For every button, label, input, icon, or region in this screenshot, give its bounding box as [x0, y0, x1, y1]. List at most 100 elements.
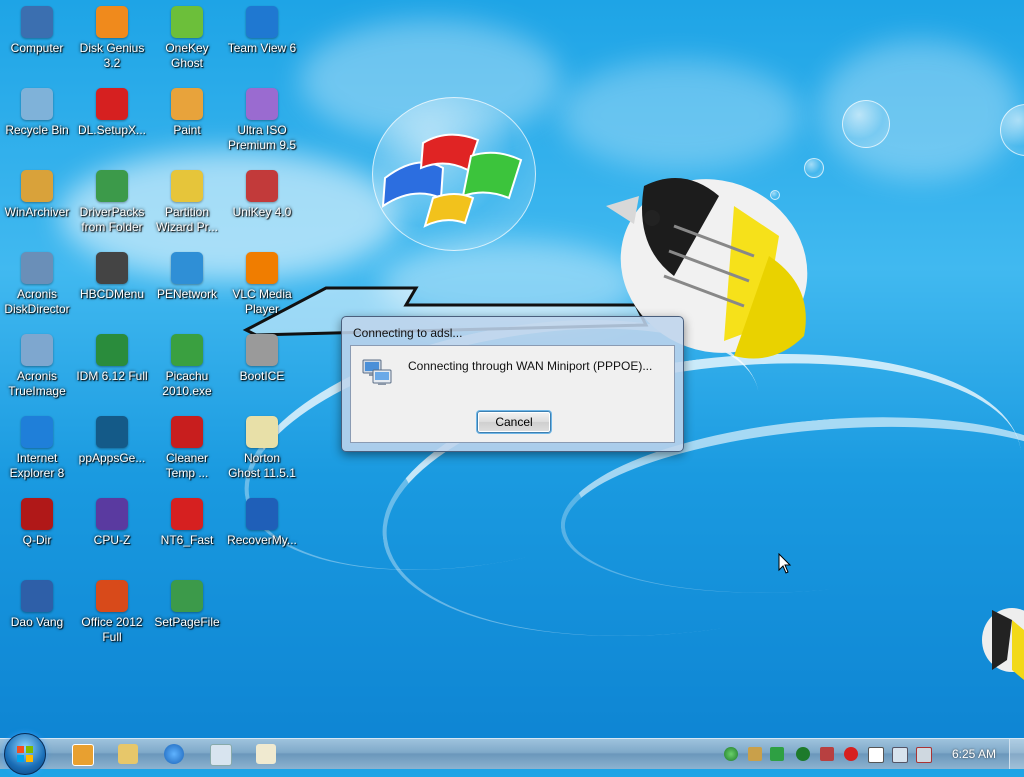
edge-logo-bubble	[1000, 104, 1024, 156]
disk-genius-icon	[96, 6, 128, 38]
norton-ghost-icon	[246, 416, 278, 448]
dialog-body: Connecting through WAN Miniport (PPPOE).…	[350, 345, 675, 443]
desktop-shortcut[interactable]: Team View 6	[225, 6, 299, 56]
computer-icon	[21, 6, 53, 38]
dao-vang-icon	[21, 580, 53, 612]
desktop-shortcut-label: UniKey 4.0	[232, 205, 292, 219]
recovermy-icon	[246, 498, 278, 530]
desktop-shortcut[interactable]: Picachu 2010.exe	[150, 334, 224, 399]
tray-volume-muted-icon[interactable]	[916, 747, 932, 763]
desktop-shortcut[interactable]: Dao Vang	[0, 580, 74, 630]
desktop-shortcut-label: Disk Genius 3.2	[79, 41, 145, 70]
desktop-shortcut-label: PENetwork	[156, 287, 218, 301]
penetwork-icon	[171, 252, 203, 284]
show-desktop-button[interactable]	[1009, 739, 1024, 769]
desktop-shortcut[interactable]: Ultra ISO Premium 9.5	[225, 88, 299, 153]
desktop-shortcut-label: Ultra ISO Premium 9.5	[227, 123, 297, 152]
cleaner-temp-icon	[171, 416, 203, 448]
tray-flag-icon[interactable]	[868, 747, 884, 763]
start-button[interactable]	[4, 733, 46, 775]
desktop-shortcut[interactable]: RecoverMy...	[225, 498, 299, 548]
office-icon	[96, 580, 128, 612]
desktop-shortcut[interactable]: WinArchiver	[0, 170, 74, 220]
desktop-shortcut[interactable]: NT6_Fast	[150, 498, 224, 548]
desktop-shortcut[interactable]: UniKey 4.0	[225, 170, 299, 220]
desktop-shortcut[interactable]: Office 2012 Full	[75, 580, 149, 645]
desktop-shortcut-label: Q-Dir	[22, 533, 52, 547]
desktop-shortcut[interactable]: BootICE	[225, 334, 299, 384]
desktop-shortcut-label: Acronis DiskDirector	[4, 287, 70, 316]
desktop-shortcut[interactable]: CPU-Z	[75, 498, 149, 548]
desktop-shortcut-label: NT6_Fast	[160, 533, 214, 547]
desktop-shortcut-label: WinArchiver	[4, 205, 70, 219]
desktop-shortcut[interactable]: Computer	[0, 6, 74, 56]
desktop-shortcut[interactable]: Acronis TrueImage	[0, 334, 74, 399]
desktop-shortcut-label: IDM 6.12 Full	[76, 369, 148, 383]
desktop-shortcut[interactable]: Norton Ghost 11.5.1	[225, 416, 299, 481]
idm-icon	[96, 334, 128, 366]
desktop-shortcut[interactable]: Recycle Bin	[0, 88, 74, 138]
onekey-ghost-icon	[171, 6, 203, 38]
desktop-shortcut-label: OneKey Ghost	[165, 41, 209, 70]
desktop-shortcut-label: CPU-Z	[93, 533, 131, 547]
desktop-shortcut[interactable]: Internet Explorer 8	[0, 416, 74, 481]
desktop-shortcut-label: Acronis TrueImage	[8, 369, 66, 398]
desktop-shortcut[interactable]: Paint	[150, 88, 224, 138]
tray-tool-icon[interactable]	[820, 747, 834, 761]
taskbar-clock[interactable]: 6:25 AM	[952, 747, 996, 761]
desktop-shortcut[interactable]: Q-Dir	[0, 498, 74, 548]
desktop-shortcut-label: Team View 6	[227, 41, 297, 55]
tray-network-globe-icon[interactable]	[724, 747, 738, 761]
taskbar-norton-ghost-icon[interactable]	[256, 744, 276, 764]
taskbar-explorer-icon[interactable]	[118, 744, 138, 764]
picachu-icon	[171, 334, 203, 366]
network-connection-icon	[362, 359, 392, 385]
acronis-diskdirector-icon	[21, 252, 53, 284]
partition-wizard-icon	[171, 170, 203, 202]
desktop-shortcut-label: SetPageFile	[154, 615, 220, 629]
tray-security-check-icon[interactable]	[770, 747, 784, 761]
ultraiso-icon	[246, 88, 278, 120]
taskbar-media-player-icon[interactable]	[72, 744, 94, 766]
desktop-shortcut[interactable]: SetPageFile	[150, 580, 224, 630]
desktop-shortcut[interactable]: PENetwork	[150, 252, 224, 302]
windows-flag-icon	[17, 746, 33, 762]
desktop-shortcut[interactable]: IDM 6.12 Full	[75, 334, 149, 384]
cancel-button[interactable]: Cancel	[477, 411, 551, 433]
windows-logo-bubble	[372, 97, 536, 251]
desktop-shortcut-label: DriverPacks from Folder	[79, 205, 145, 234]
desktop-shortcut-label: Norton Ghost 11.5.1	[228, 451, 296, 480]
taskbar-internet-explorer-icon[interactable]	[164, 744, 184, 764]
recycle-bin-icon	[21, 88, 53, 120]
dialog-message: Connecting through WAN Miniport (PPPOE).…	[408, 359, 653, 373]
desktop-shortcut[interactable]: DriverPacks from Folder	[75, 170, 149, 235]
desktop-shortcut-label: DL.SetupX...	[77, 123, 147, 137]
setpagefile-icon	[171, 580, 203, 612]
taskbar-network-icon[interactable]	[210, 744, 232, 766]
nt6-fast-icon	[171, 498, 203, 530]
desktop-shortcut-label: Paint	[173, 123, 201, 137]
desktop-shortcut[interactable]: Cleaner Temp ...	[150, 416, 224, 481]
tray-network-status-icon[interactable]	[892, 747, 908, 763]
desktop-shortcut[interactable]: Partition Wizard Pr...	[150, 170, 224, 235]
desktop-shortcut-label: Dao Vang	[10, 615, 64, 629]
desktop-shortcut[interactable]: ppAppsGe...	[75, 416, 149, 466]
desktop-shortcut[interactable]: Acronis DiskDirector	[0, 252, 74, 317]
desktop-shortcut[interactable]: DL.SetupX...	[75, 88, 149, 138]
desktop-shortcut-label: Office 2012 Full	[81, 615, 143, 644]
winarchiver-icon	[21, 170, 53, 202]
desktop-shortcut[interactable]: Disk Genius 3.2	[75, 6, 149, 71]
desktop-shortcut-label: RecoverMy...	[227, 533, 297, 547]
bootice-icon	[246, 334, 278, 366]
cpu-z-icon	[96, 498, 128, 530]
tray-play-icon[interactable]	[796, 747, 810, 761]
driverpacks-icon	[96, 170, 128, 202]
tray-drive-icon[interactable]	[748, 747, 762, 761]
vlc-icon	[246, 252, 278, 284]
mouse-cursor-icon	[778, 553, 792, 574]
desktop-shortcut[interactable]: OneKey Ghost	[150, 6, 224, 71]
desktop-shortcut[interactable]: HBCDMenu	[75, 252, 149, 302]
connecting-dialog: Connecting to adsl... Connecting through…	[341, 316, 684, 452]
desktop-shortcut[interactable]: VLC Media Player	[225, 252, 299, 317]
tray-star-icon[interactable]	[844, 747, 858, 761]
